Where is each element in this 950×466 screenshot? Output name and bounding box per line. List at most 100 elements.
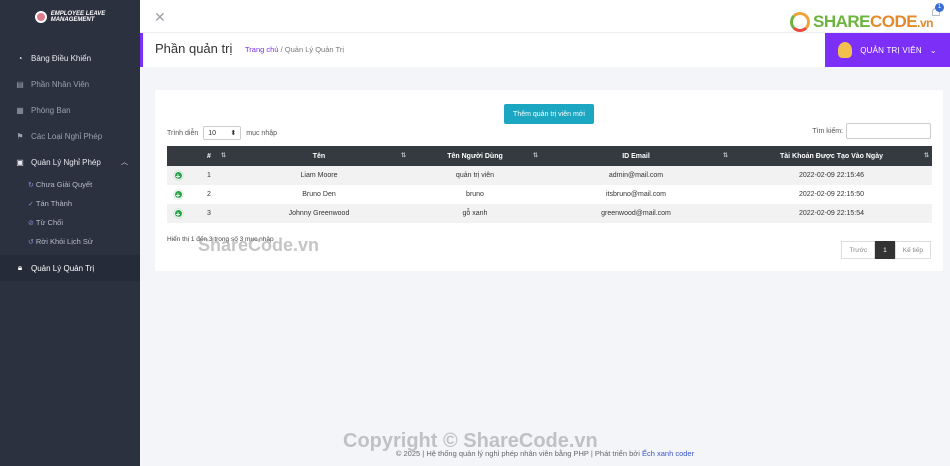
sidebar-subitem-history[interactable]: ↺ Rời Khỏi Lịch Sử (0, 232, 140, 251)
cell-name: Liam Moore (229, 166, 409, 185)
page-header: Phần quản trị Trang chủ / Quản Lý Quản T… (140, 33, 950, 67)
sidebar: Employee Leave Management ◔ Bảng Điều Khi… (0, 0, 140, 466)
sidebar-nav: ◔ Bảng Điều Khiển ▤ Phần Nhân Viên ▦ Phò… (0, 45, 140, 281)
table-row: + 2 Bruno Den bruno itsbruno@mail.com 20… (167, 185, 932, 204)
sidebar-item-label: Quản Lý Nghỉ Phép (31, 157, 101, 167)
sidebar-subitem-approved[interactable]: ✓ Tán Thành (0, 194, 140, 213)
column-header-name[interactable]: Tên ⇅ (229, 146, 409, 166)
avatar (838, 42, 853, 58)
history-icon: ↺ (28, 238, 34, 246)
sidebar-item-departments[interactable]: ▦ Phòng Ban (0, 97, 140, 123)
watermark-text: ShareCode.vn (198, 235, 320, 255)
column-header-expand (167, 146, 189, 166)
admin-table: # ⇅ Tên ⇅ Tên Người Dùng ⇅ ID Email ⇅ Tài Kh… (167, 146, 932, 223)
column-header-username[interactable]: Tên Người Dùng ⇅ (409, 146, 541, 166)
cell-created: 2022-02-09 22:15:54 (731, 204, 932, 223)
length-prefix: Trình diễn (167, 129, 199, 137)
cell-username: bruno (409, 185, 541, 204)
table-header-row: # ⇅ Tên ⇅ Tên Người Dùng ⇅ ID Email ⇅ Tài Kh… (167, 146, 932, 166)
flag-icon: ⚑ (16, 131, 24, 141)
cell-name: Bruno Den (229, 185, 409, 204)
reject-icon: ⊘ (28, 219, 34, 227)
pagination-next-button[interactable]: Kế tiếp (894, 241, 931, 259)
breadcrumb-current: Quản Lý Quản Trị (284, 45, 344, 54)
sidebar-subitem-label: Từ Chối (35, 218, 63, 227)
column-header-number[interactable]: # ⇅ (189, 146, 229, 166)
user-menu-button[interactable]: QUẢN TRỊ VIÊN ⌄ (825, 33, 950, 67)
sidebar-item-leave-types[interactable]: ⚑ Các Loại Nghỉ Phép (0, 123, 140, 149)
table-search: Tìm kiếm: (812, 123, 931, 139)
cell-email: greenwood@mail.com (541, 204, 731, 223)
notification-badge: 1 (935, 3, 944, 12)
cell-number: 1 (189, 166, 229, 185)
cell-created: 2022-02-09 22:15:50 (731, 185, 932, 204)
sidebar-item-label: Các Loại Nghỉ Phép (31, 131, 103, 141)
sort-icon: ⇅ (722, 153, 728, 159)
entries-length: Trình diễn 10 ⬍ mục nhập (167, 126, 277, 140)
page-title: Phần quản trị (155, 41, 233, 56)
sidebar-item-employees[interactable]: ▤ Phần Nhân Viên (0, 71, 140, 97)
users-icon: ▤ (16, 79, 24, 89)
cell-name: Johnny Greenwood (229, 204, 409, 223)
search-label: Tìm kiếm: (812, 127, 843, 135)
select-arrows-icon: ⬍ (230, 130, 237, 137)
cell-number: 2 (189, 185, 229, 204)
sidebar-subitem-label: Chưa Giải Quyết (35, 180, 93, 189)
sidebar-item-admin-management[interactable]: 🔒︎ Quản Lý Quản Trị (0, 255, 140, 281)
pagination-prev-button[interactable]: Trước (841, 241, 876, 259)
footer-text: © 2025 | Hệ thống quản lý nghỉ phép nhân… (395, 449, 640, 458)
logo-line2: Management (50, 16, 95, 23)
expand-row-icon[interactable]: + (173, 170, 183, 181)
footer: © 2025 | Hệ thống quản lý nghỉ phép nhân… (140, 449, 950, 458)
watermark-logo-c: .vn (917, 16, 933, 30)
entries-select[interactable]: 10 ⬍ (203, 126, 242, 140)
user-menu-label: QUẢN TRỊ VIÊN (860, 45, 922, 55)
footer-brand-link[interactable]: Ếch xanh coder (642, 449, 694, 458)
add-admin-button[interactable]: Thêm quản trị viên mới (504, 104, 594, 124)
briefcase-icon: ▣ (16, 157, 24, 167)
watermark-logo: SHARECODE.vn (790, 12, 933, 32)
close-icon[interactable]: ✕ (154, 9, 166, 26)
pagination: Trước 1 Kế tiếp (841, 241, 931, 259)
dashboard-icon: ◔ (17, 53, 23, 63)
chevron-down-icon: ⌄ (929, 45, 937, 55)
lock-icon: 🔒︎ (17, 263, 23, 272)
sort-icon: ⇅ (400, 153, 406, 159)
cell-email: itsbruno@mail.com (541, 185, 731, 204)
cell-created: 2022-02-09 22:15:46 (731, 166, 932, 185)
sharecode-logo-icon (790, 12, 810, 32)
breadcrumb: Trang chủ / Quản Lý Quản Trị (245, 45, 344, 54)
sidebar-item-label: Phòng Ban (31, 105, 71, 115)
cell-email: admin@mail.com (541, 166, 731, 185)
breadcrumb-home-link[interactable]: Trang chủ (245, 45, 279, 54)
length-suffix: mục nhập (246, 129, 278, 137)
watermark-logo-b: CODE (870, 12, 918, 31)
logo-icon (34, 10, 47, 23)
sidebar-item-label: Phần Nhân Viên (31, 79, 90, 89)
sidebar-subitem-label: Rời Khỏi Lịch Sử (35, 237, 93, 246)
expand-row-icon[interactable]: + (173, 208, 183, 219)
column-header-email[interactable]: ID Email ⇅ (541, 146, 731, 166)
grid-icon: ▦ (16, 105, 24, 115)
sort-icon: ⇅ (532, 153, 538, 159)
column-header-created[interactable]: Tài Khoản Được Tạo Vào Ngày ⇅ (731, 146, 932, 166)
sidebar-item-leave-management[interactable]: ▣ Quản Lý Nghỉ Phép ︿ (0, 149, 140, 175)
entries-select-value: 10 (208, 129, 217, 137)
cell-username: quản trị viên (409, 166, 541, 185)
cell-number: 3 (189, 204, 229, 223)
pagination-page-1[interactable]: 1 (875, 241, 895, 259)
table-row: + 1 Liam Moore quản trị viên admin@mail.… (167, 166, 932, 185)
watermark-logo-a: SHARE (813, 12, 871, 31)
sidebar-item-dashboard[interactable]: ◔ Bảng Điều Khiển (0, 45, 140, 71)
refresh-icon: ↻ (28, 181, 34, 189)
sort-icon: ⇅ (923, 153, 929, 159)
table-row: + 3 Johnny Greenwood gỗ xanh greenwood@m… (167, 204, 932, 223)
sidebar-subitem-label: Tán Thành (35, 199, 73, 208)
sidebar-item-label: Quản Lý Quản Trị (31, 263, 95, 273)
search-input[interactable] (846, 123, 931, 139)
sort-icon: ⇅ (220, 153, 226, 159)
sidebar-subitem-rejected[interactable]: ⊘ Từ Chối (0, 213, 140, 232)
expand-row-icon[interactable]: + (173, 189, 183, 200)
app-logo[interactable]: Employee Leave Management (0, 0, 140, 33)
sidebar-subitem-pending[interactable]: ↻ Chưa Giải Quyết (0, 175, 140, 194)
